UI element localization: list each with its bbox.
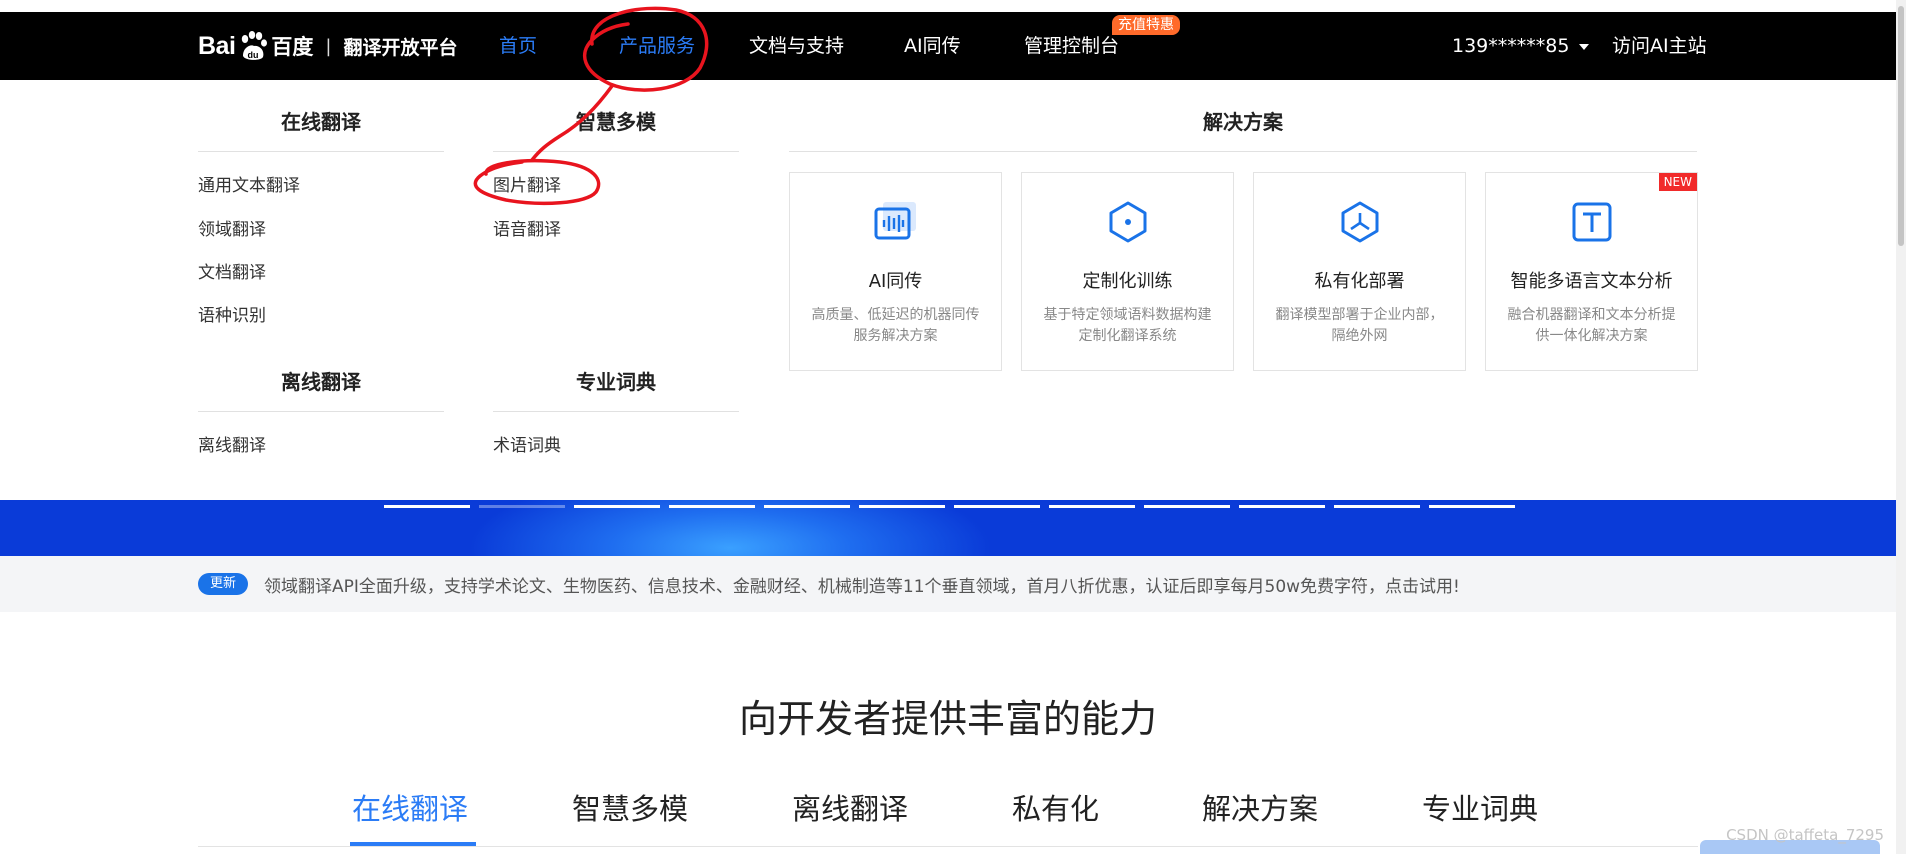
- card-title: 定制化训练: [1082, 271, 1173, 292]
- update-pill: 更新: [198, 573, 249, 595]
- carousel-dot[interactable]: [1144, 505, 1230, 508]
- menu-heading-dictionary: 专业词典: [576, 370, 656, 394]
- logo-baidu-text: 百度: [271, 35, 314, 59]
- solution-card-text-analysis[interactable]: NEW 智能多语言文本分析 融合机器翻译和文本分析提供一体化解决方案: [1485, 172, 1698, 371]
- nav-console[interactable]: 管理控制台: [1024, 12, 1119, 80]
- menu-item-image-translation[interactable]: 图片翻译: [493, 171, 561, 196]
- solution-card-ai-simultaneous[interactable]: AI同传 高质量、低延迟的机器同传服务解决方案: [789, 172, 1002, 371]
- menu-item-term-dictionary[interactable]: 术语词典: [493, 431, 561, 456]
- menu-divider: [198, 411, 444, 412]
- carousel-dot[interactable]: [1239, 505, 1325, 508]
- menu-item-offline[interactable]: 离线翻译: [198, 431, 266, 456]
- menu-heading-online: 在线翻译: [281, 110, 361, 134]
- solution-card-custom-training[interactable]: 定制化训练 基于特定领域语料数据构建定制化翻译系统: [1021, 172, 1234, 371]
- model-deploy-icon: [1341, 201, 1378, 243]
- carousel-dot[interactable]: [574, 505, 660, 508]
- menu-divider: [198, 151, 444, 152]
- baidu-logo[interactable]: Bai du 百度 | 翻译开放平台: [198, 12, 458, 80]
- new-tag: NEW: [1658, 173, 1697, 191]
- card-description: 翻译模型部署于企业内部，隔绝外网: [1275, 307, 1444, 344]
- menu-divider: [493, 151, 739, 152]
- nav-docs[interactable]: 文档与支持: [749, 12, 844, 80]
- carousel-dot[interactable]: [954, 505, 1040, 508]
- menu-divider: [789, 151, 1697, 152]
- tab-dictionary[interactable]: 专业词典: [1422, 786, 1538, 828]
- console-promo-badge[interactable]: 充值特惠: [1112, 15, 1180, 35]
- caret-down-icon: [1579, 43, 1590, 50]
- menu-item-domain[interactable]: 领域翻译: [198, 215, 266, 240]
- section-title: 向开发者提供丰富的能力: [738, 697, 1157, 741]
- menu-item-language-detect[interactable]: 语种识别: [198, 301, 266, 326]
- card-title: 私有化部署: [1314, 271, 1405, 292]
- carousel-dot[interactable]: [479, 505, 565, 508]
- paw-icon: du: [242, 31, 268, 60]
- carousel-dot[interactable]: [859, 505, 945, 508]
- waveform-icon: [874, 202, 916, 240]
- hero-banner[interactable]: [0, 500, 1896, 556]
- account-menu[interactable]: 139******85: [1452, 12, 1590, 80]
- text-analysis-icon: [1572, 202, 1611, 242]
- card-description: 基于特定领域语料数据构建定制化翻译系统: [1043, 307, 1212, 344]
- tab-multimodal[interactable]: 智慧多模: [572, 786, 688, 828]
- top-nav-bar: Bai du 百度 | 翻译开放平台 首页 产品服务 文档与支持 AI同传 管理…: [0, 12, 1896, 80]
- nav-visit-ai[interactable]: 访问AI主站: [1612, 12, 1707, 80]
- carousel-dot[interactable]: [669, 505, 755, 508]
- carousel-dot[interactable]: [1429, 505, 1515, 508]
- tab-online-translation[interactable]: 在线翻译: [352, 786, 468, 828]
- logo-bai-text: Bai: [198, 31, 236, 60]
- tabs-divider: [198, 846, 1698, 847]
- carousel-dot[interactable]: [764, 505, 850, 508]
- menu-heading-solutions: 解决方案: [1203, 110, 1283, 134]
- menu-divider: [493, 411, 739, 412]
- carousel-dot[interactable]: [1334, 505, 1420, 508]
- solution-card-private-deploy[interactable]: 私有化部署 翻译模型部署于企业内部，隔绝外网: [1253, 172, 1466, 371]
- card-description: 融合机器翻译和文本分析提供一体化解决方案: [1507, 307, 1676, 344]
- scrollbar-thumb[interactable]: [1898, 6, 1904, 246]
- menu-item-document[interactable]: 文档翻译: [198, 258, 266, 283]
- carousel-dot[interactable]: [1049, 505, 1135, 508]
- update-notice-text[interactable]: 领域翻译API全面升级，支持学术论文、生物医药、信息技术、金融财经、机械制造等1…: [264, 572, 1460, 597]
- carousel-dot[interactable]: [384, 505, 470, 508]
- tab-solutions[interactable]: 解决方案: [1202, 786, 1318, 828]
- nav-products[interactable]: 产品服务: [619, 12, 695, 80]
- csdn-watermark: CSDN @taffeta_7295: [1726, 826, 1884, 844]
- menu-item-general-text[interactable]: 通用文本翻译: [198, 171, 300, 196]
- card-title: 智能多语言文本分析: [1510, 271, 1673, 292]
- tab-offline[interactable]: 离线翻译: [792, 786, 908, 828]
- logo-separator: |: [325, 35, 332, 57]
- nav-home[interactable]: 首页: [499, 12, 537, 80]
- card-title: AI同传: [868, 271, 923, 292]
- svg-text:du: du: [248, 50, 259, 60]
- menu-heading-multimodal: 智慧多模: [576, 110, 656, 134]
- account-number: 139******85: [1452, 35, 1570, 57]
- hexagon-icon: [1109, 201, 1146, 243]
- menu-heading-offline: 离线翻译: [281, 370, 361, 394]
- tab-private[interactable]: 私有化: [1012, 786, 1099, 828]
- nav-ai-simultaneous[interactable]: AI同传: [904, 12, 961, 80]
- menu-item-speech-translation[interactable]: 语音翻译: [493, 215, 561, 240]
- card-description: 高质量、低延迟的机器同传服务解决方案: [811, 307, 980, 344]
- platform-name: 翻译开放平台: [343, 36, 458, 59]
